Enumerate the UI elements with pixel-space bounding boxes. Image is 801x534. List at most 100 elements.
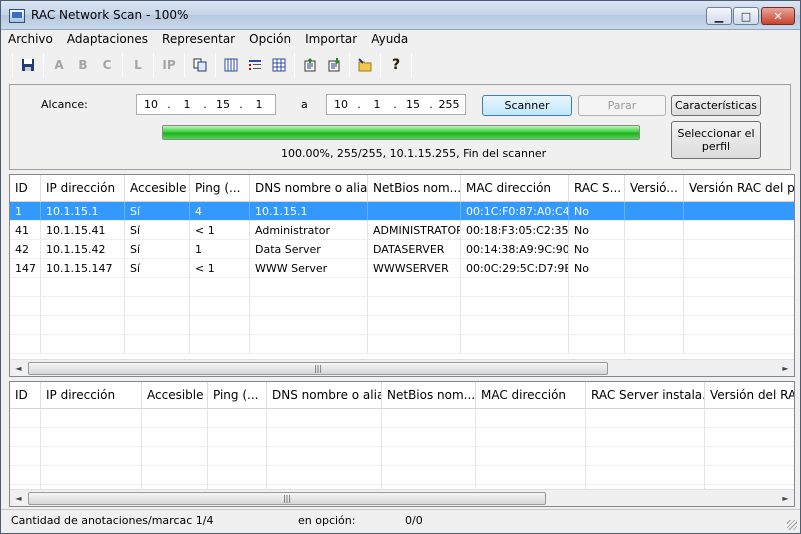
profile-column-header[interactable]: Accesible (142, 382, 208, 409)
table-row[interactable]: 42 10.1.15.42 Sí 1 Data Server DATASERVER 00:1… (10, 240, 794, 259)
import-button[interactable] (322, 53, 346, 77)
menu-importar[interactable]: Importar (298, 30, 364, 48)
results-horizontal-scrollbar[interactable]: ◄ ||| ► (10, 359, 794, 376)
table-row[interactable] (10, 278, 794, 297)
table-row[interactable] (10, 466, 794, 485)
scroll-left-icon[interactable]: ◄ (10, 490, 27, 506)
table-cell: Sí (125, 221, 190, 240)
profile-horizontal-scrollbar[interactable]: ◄ ||| ► (10, 489, 794, 506)
results-column-header[interactable]: ID (10, 175, 41, 202)
table-cell (569, 335, 625, 354)
table-cell (586, 466, 705, 485)
menu-archivo[interactable]: Archivo (1, 30, 60, 48)
table-cell: 1 (190, 240, 250, 259)
view-columns-button[interactable] (219, 53, 243, 77)
table-cell (461, 297, 569, 316)
scroll-right-icon[interactable]: ► (777, 360, 794, 376)
table-cell: ADMINISTRATOR (368, 221, 461, 240)
table-cell (41, 297, 125, 316)
results-column-header[interactable]: Versió... (625, 175, 684, 202)
profile-column-header[interactable]: Ping (... (208, 382, 267, 409)
table-cell (476, 409, 586, 428)
table-row[interactable] (10, 409, 794, 428)
filter-c-button[interactable]: C (95, 53, 119, 77)
copy-button[interactable] (188, 53, 212, 77)
filter-ip-button[interactable]: IP (157, 53, 181, 77)
filter-l-button[interactable]: L (126, 53, 150, 77)
table-row[interactable] (10, 428, 794, 447)
stop-button[interactable]: Parar (578, 95, 666, 116)
help-button[interactable]: ? (384, 53, 408, 77)
table-row[interactable]: 1 10.1.15.1 Sí 4 10.1.15.1 00:1C:F0:87:A0:C4 N… (10, 202, 794, 221)
to-ip-input[interactable]: 10. 1. 15. 255 (326, 94, 466, 115)
scan-status-text: 100.00%, 255/255, 10.1.15.255, Fin del s… (281, 147, 547, 160)
results-column-header[interactable]: Ping (... (190, 175, 250, 202)
maximize-button[interactable]: □ (733, 7, 759, 25)
table-cell: 10.1.15.42 (41, 240, 125, 259)
results-column-header[interactable]: IP dirección (41, 175, 125, 202)
title-bar[interactable]: RAC Network Scan - 100% ▁ □ ✕ (1, 1, 800, 30)
open-folder-button[interactable] (353, 53, 377, 77)
table-cell (41, 466, 142, 485)
profile-column-header[interactable]: IP dirección (41, 382, 142, 409)
table-row[interactable]: 147 10.1.15.147 Sí < 1 WWW Server WWWSERVER 00… (10, 259, 794, 278)
table-cell (586, 428, 705, 447)
table-cell: 41 (10, 221, 41, 240)
table-cell (208, 447, 267, 466)
results-column-header[interactable]: Versión RAC del pro (684, 175, 794, 202)
range-label: Alcance: (41, 98, 88, 111)
profile-column-header[interactable]: RAC Server instala... (586, 382, 705, 409)
results-column-header[interactable]: NetBios nom... (368, 175, 461, 202)
profile-column-header[interactable]: MAC dirección (476, 382, 586, 409)
features-button[interactable]: Características (671, 95, 761, 116)
table-row[interactable] (10, 335, 794, 354)
table-row[interactable]: 41 10.1.15.41 Sí < 1 Administrator ADMINISTRA… (10, 221, 794, 240)
table-row[interactable] (10, 316, 794, 335)
profile-column-header[interactable]: DNS nombre o alias (267, 382, 382, 409)
from-ip-input[interactable]: 10. 1. 15. 1 (136, 94, 276, 115)
scroll-right-icon[interactable]: ► (777, 490, 794, 506)
save-button[interactable] (16, 53, 40, 77)
save-icon (22, 59, 34, 71)
menu-ayuda[interactable]: Ayuda (364, 30, 415, 48)
view-details-button[interactable] (243, 53, 267, 77)
results-grid[interactable]: ID IP dirección Accesible Ping (... DNS nomb… (9, 174, 795, 377)
results-column-header[interactable]: RAC S... (569, 175, 625, 202)
grid-icon (272, 58, 286, 72)
scroll-thumb[interactable]: ||| (28, 492, 546, 505)
table-row[interactable] (10, 447, 794, 466)
table-cell (41, 335, 125, 354)
view-grid-button[interactable] (267, 53, 291, 77)
filter-b-button[interactable]: B (71, 53, 95, 77)
resize-grip-icon[interactable] (787, 520, 797, 530)
minimize-icon: ▁ (714, 9, 724, 23)
menu-opcion[interactable]: Opción (242, 30, 298, 48)
close-button[interactable]: ✕ (761, 7, 795, 25)
profile-column-header[interactable]: NetBios nom... (382, 382, 476, 409)
table-cell: 00:1C:F0:87:A0:C4 (461, 202, 569, 221)
table-row[interactable] (10, 297, 794, 316)
table-cell (142, 466, 208, 485)
minimize-button[interactable]: ▁ (706, 7, 732, 25)
table-cell: Sí (125, 259, 190, 278)
filter-a-button[interactable]: A (47, 53, 71, 77)
table-cell (625, 278, 684, 297)
table-cell: < 1 (190, 259, 250, 278)
results-column-header[interactable]: DNS nombre o alias (250, 175, 368, 202)
scan-button[interactable]: Scanner (482, 95, 572, 116)
profile-column-header[interactable]: ID (10, 382, 41, 409)
menu-representar[interactable]: Representar (155, 30, 242, 48)
toolbar-separator (294, 53, 295, 77)
profile-column-header[interactable]: Versión del RAC (705, 382, 794, 409)
table-cell (250, 316, 368, 335)
results-column-header[interactable]: MAC dirección (461, 175, 569, 202)
scroll-thumb[interactable]: ||| (28, 362, 608, 375)
scroll-left-icon[interactable]: ◄ (10, 360, 27, 376)
profile-grid[interactable]: ID IP dirección Accesible Ping (... DNS nomb… (9, 381, 795, 507)
select-profile-button[interactable]: Seleccionar el perfil (671, 121, 761, 159)
export-button[interactable] (298, 53, 322, 77)
status-bar: Cantidad de anotaciones/marcac 1/4 en op… (1, 509, 800, 533)
menu-adaptaciones[interactable]: Adaptaciones (60, 30, 155, 48)
results-column-header[interactable]: Accesible (125, 175, 190, 202)
ip-dot: . (357, 98, 361, 111)
